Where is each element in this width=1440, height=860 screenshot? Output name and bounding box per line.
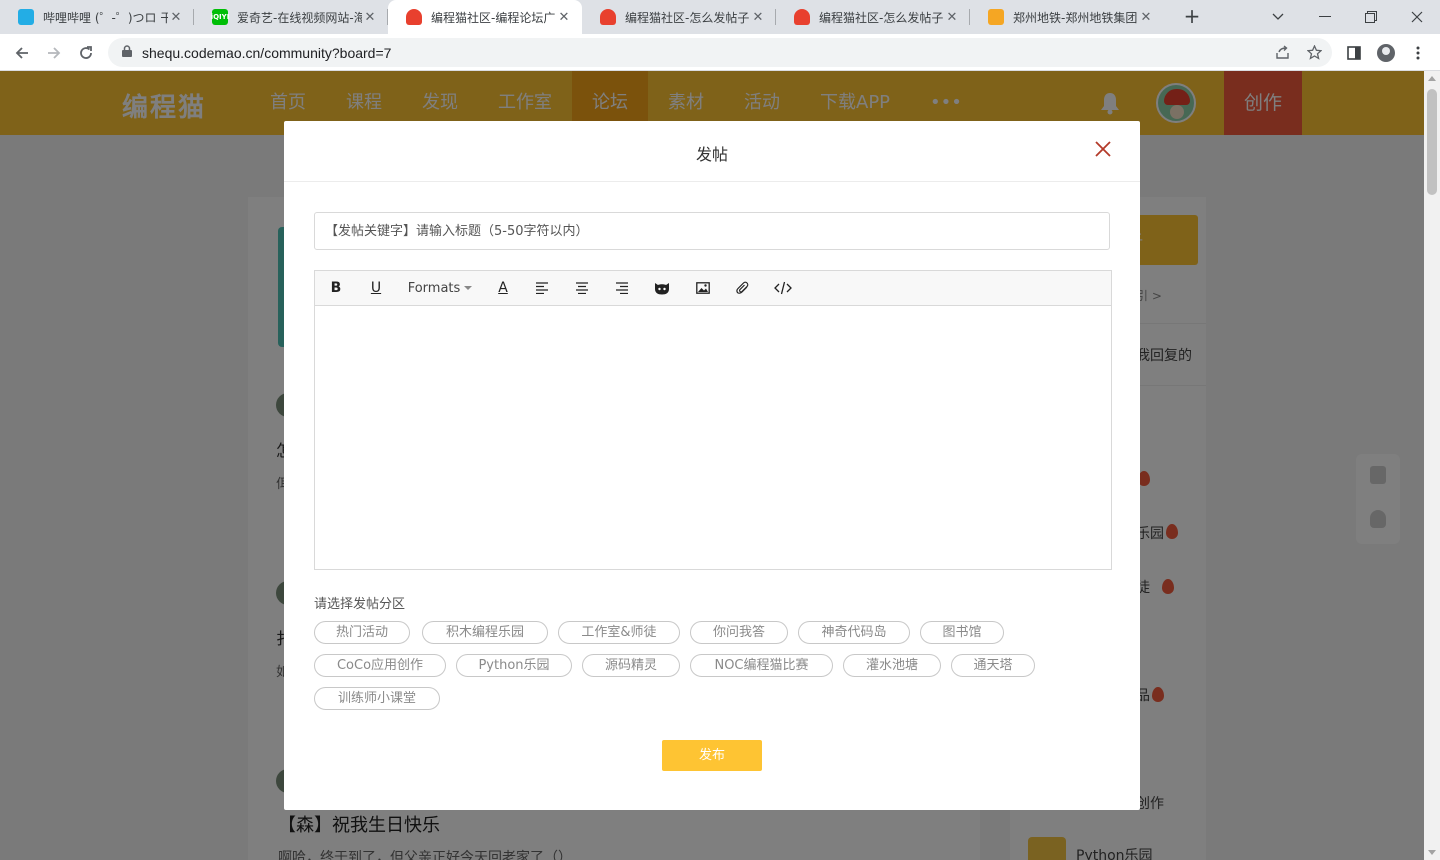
browser-menu-icon[interactable] xyxy=(1405,40,1431,66)
category-tag[interactable]: 源码精灵 xyxy=(582,654,680,677)
category-tag[interactable]: 你问我答 xyxy=(690,621,788,644)
codemao-favicon-icon xyxy=(794,9,810,25)
tab-title: 编程猫社区-编程论坛广 xyxy=(431,10,556,25)
browser-toolbar: shequ.codemao.cn/community?board=7 xyxy=(0,34,1440,71)
category-tag[interactable]: 通天塔 xyxy=(951,654,1035,677)
browser-tab[interactable]: 编程猫社区-怎么发帖子 ✕ xyxy=(582,0,776,34)
tab-close-icon[interactable]: ✕ xyxy=(944,10,960,25)
browser-tab[interactable]: 哔哩哔哩 (゜-゜)つロ 干 ✕ xyxy=(0,0,194,34)
scrollbar-thumb[interactable] xyxy=(1427,89,1437,195)
tab-search-icon[interactable] xyxy=(1255,0,1301,34)
profile-icon[interactable] xyxy=(1373,40,1399,66)
side-panel-icon[interactable] xyxy=(1341,40,1367,66)
back-icon[interactable] xyxy=(9,40,35,66)
tab-close-icon[interactable]: ✕ xyxy=(362,10,378,25)
browser-tab[interactable]: 编程猫社区-怎么发帖子 ✕ xyxy=(776,0,970,34)
restore-icon[interactable] xyxy=(1348,0,1394,34)
tab-close-icon[interactable]: ✕ xyxy=(750,10,766,25)
lock-icon xyxy=(122,45,132,60)
tab-close-icon[interactable]: ✕ xyxy=(168,10,184,25)
close-icon[interactable] xyxy=(1092,138,1114,160)
tab-close-icon[interactable]: ✕ xyxy=(556,10,572,25)
dialog-title: 发帖 xyxy=(695,145,728,164)
tab-close-icon[interactable]: ✕ xyxy=(1138,10,1154,25)
tab-title: 编程猫社区-怎么发帖子 xyxy=(625,10,750,25)
editor-toolbar: B U Formats A xyxy=(315,271,1111,306)
rich-text-editor: B U Formats A xyxy=(314,270,1112,570)
category-tag[interactable]: 神奇代码岛 xyxy=(798,621,910,644)
iqiyi-favicon-icon: iQIYI xyxy=(211,9,229,25)
window-close-icon[interactable] xyxy=(1394,0,1440,34)
code-view-icon[interactable] xyxy=(770,276,796,300)
new-post-dialog: 发帖 B U Formats A xyxy=(284,121,1140,810)
browser-tab-bar: 哔哩哔哩 (゜-゜)つロ 干 ✕ iQIYI 爱奇艺-在线视频网站-海 ✕ 编程… xyxy=(0,0,1440,34)
url-text: shequ.codemao.cn/community?board=7 xyxy=(142,44,392,61)
new-tab-button[interactable]: + xyxy=(1180,5,1204,29)
image-icon[interactable] xyxy=(690,276,716,300)
category-tag[interactable]: CoCo应用创作 xyxy=(314,654,446,677)
category-section-label: 请选择发帖分区 xyxy=(314,597,406,612)
category-tag[interactable]: 图书馆 xyxy=(920,621,1004,644)
attachment-icon[interactable] xyxy=(730,276,756,300)
codemao-favicon-icon xyxy=(600,9,616,25)
tab-title: 编程猫社区-怎么发帖子 xyxy=(819,10,944,25)
align-left-icon[interactable] xyxy=(529,276,555,300)
reload-icon[interactable] xyxy=(73,40,99,66)
bold-button[interactable]: B xyxy=(323,276,349,300)
category-tag[interactable]: 热门活动 xyxy=(314,621,410,644)
dialog-header: 发帖 xyxy=(284,121,1140,182)
browser-tab[interactable]: 郑州地铁-郑州地铁集团 ✕ xyxy=(970,0,1164,34)
page-scrollbar[interactable] xyxy=(1424,71,1440,860)
browser-tab[interactable]: iQIYI 爱奇艺-在线视频网站-海 ✕ xyxy=(194,0,388,34)
publish-button[interactable]: 发布 xyxy=(662,740,762,771)
category-tag[interactable]: NOC编程猫比赛 xyxy=(690,654,833,677)
editor-content-area[interactable] xyxy=(315,306,1111,569)
formats-label: Formats xyxy=(407,280,461,296)
minimize-icon[interactable] xyxy=(1302,0,1348,34)
align-right-icon[interactable] xyxy=(609,276,635,300)
bookmark-star-icon[interactable] xyxy=(1300,38,1328,67)
chevron-down-icon xyxy=(464,286,473,290)
share-icon[interactable] xyxy=(1268,38,1296,67)
browser-tab-active[interactable]: 编程猫社区-编程论坛广 ✕ xyxy=(388,0,582,34)
category-tag[interactable]: 灌水池塘 xyxy=(843,654,941,677)
address-bar[interactable]: shequ.codemao.cn/community?board=7 xyxy=(108,38,1332,67)
zhengzhou-metro-favicon-icon xyxy=(988,9,1004,25)
tab-title: 郑州地铁-郑州地铁集团 xyxy=(1013,10,1138,25)
font-color-button[interactable]: A xyxy=(490,276,516,300)
category-tag[interactable]: Python乐园 xyxy=(456,654,572,677)
cat-emoji-icon[interactable] xyxy=(649,276,675,300)
post-title-input[interactable] xyxy=(314,212,1110,250)
underline-button[interactable]: U xyxy=(363,276,389,300)
category-tag[interactable]: 积木编程乐园 xyxy=(422,621,548,644)
forward-icon[interactable] xyxy=(41,40,67,66)
category-tag[interactable]: 工作室&师徒 xyxy=(558,621,680,644)
tab-title: 哔哩哔哩 (゜-゜)つロ 干 xyxy=(43,10,168,25)
align-center-icon[interactable] xyxy=(569,276,595,300)
bilibili-favicon-icon xyxy=(18,9,34,25)
formats-dropdown[interactable]: Formats xyxy=(403,276,477,300)
tab-title: 爱奇艺-在线视频网站-海 xyxy=(237,10,362,25)
category-tag[interactable]: 训练师小课堂 xyxy=(314,687,440,710)
codemao-favicon-icon xyxy=(406,9,422,25)
